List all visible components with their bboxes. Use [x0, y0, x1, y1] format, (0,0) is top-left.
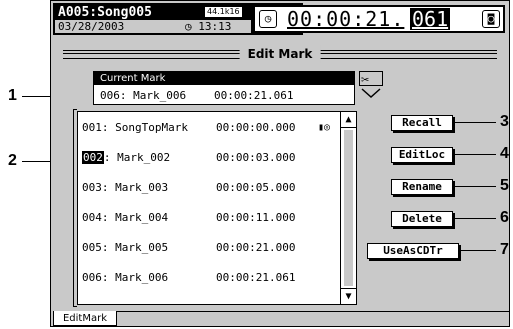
mark-name: : Mark_004: [101, 211, 169, 224]
date-strip: 03/28/2003 ◷ 13:13: [55, 20, 251, 33]
recall-button[interactable]: Recall: [391, 115, 453, 131]
callout-6-line: [452, 218, 496, 219]
rename-button[interactable]: Rename: [391, 179, 453, 195]
lock-icon[interactable]: ◙: [482, 10, 500, 28]
mark-time: 00:00:21.061: [216, 271, 296, 284]
mark-name: : Mark_005: [101, 241, 169, 254]
status-header: A005:Song005 44.1k16 03/28/2003 ◷ 13:13 …: [51, 1, 509, 37]
sample-rate-badge: 44.1k16: [205, 7, 242, 17]
callout-6: 6: [500, 209, 509, 226]
callout-5: 5: [500, 177, 509, 194]
tab-bar: EditMark: [51, 311, 509, 327]
use-as-cd-track-button[interactable]: UseAsCDTr: [367, 243, 459, 259]
scissors-icon: ✂: [359, 71, 383, 99]
callout-5-line: [452, 186, 496, 187]
callout-7: 7: [500, 241, 509, 258]
list-scrollbar[interactable]: ▲ ▼: [340, 112, 356, 304]
song-top-icon: ▮◎: [318, 122, 331, 133]
scroll-track[interactable]: [344, 130, 353, 286]
list-item[interactable]: 002: Mark_002 00:00:03.000: [78, 150, 340, 166]
mark-index: 006: [82, 271, 102, 284]
mark-time: 00:00:21.000: [216, 241, 296, 254]
clock-text: ◷ 13:13: [185, 20, 232, 33]
mark-name: : Mark_003: [101, 181, 169, 194]
current-mark-name: 006: Mark_006: [100, 89, 187, 102]
callout-7-line: [458, 250, 496, 251]
mark-name: : SongTopMark: [101, 121, 188, 134]
mark-name: : Mark_006: [101, 271, 169, 284]
callout-3: 3: [500, 113, 509, 130]
time-frame: 061: [410, 7, 451, 31]
list-item[interactable]: 003: Mark_003 00:00:05.000: [78, 180, 340, 196]
mark-index: 001: [82, 121, 102, 134]
callout-4: 4: [500, 145, 509, 162]
current-mark-label: Current Mark: [94, 72, 354, 85]
mark-time: 00:00:00.000: [216, 121, 296, 134]
song-name: A005:Song005: [58, 5, 152, 20]
current-mark-box: Current Mark 006: Mark_006 00:00:21.061: [93, 71, 355, 105]
callout-4-line: [452, 154, 496, 155]
callout-3-line: [452, 122, 496, 123]
date-text: 03/28/2003: [58, 20, 125, 33]
list-item[interactable]: 001: SongTopMark 00:00:00.000 ▮◎: [78, 120, 340, 136]
tab-editmark[interactable]: EditMark: [53, 311, 117, 326]
svg-text:✂: ✂: [361, 75, 369, 86]
mark-index: 004: [82, 211, 102, 224]
mark-time: 00:00:05.000: [216, 181, 296, 194]
clock-icon: ◷: [259, 10, 277, 28]
list-item[interactable]: 004: Mark_004 00:00:11.000: [78, 210, 340, 226]
editloc-button[interactable]: EditLoc: [391, 147, 453, 163]
callout-1: 1: [8, 87, 17, 104]
current-mark-time: 00:00:21.061: [214, 89, 294, 102]
list-item[interactable]: 005: Mark_005 00:00:21.000: [78, 240, 340, 256]
time-value: 00:00:21.: [287, 7, 405, 31]
time-counter[interactable]: ◷ 00:00:21. 061 ◙: [253, 5, 505, 33]
lcd-screen: A005:Song005 44.1k16 03/28/2003 ◷ 13:13 …: [50, 0, 510, 327]
delete-button[interactable]: Delete: [391, 211, 453, 227]
callout-2: 2: [8, 152, 17, 169]
mark-time: 00:00:11.000: [216, 211, 296, 224]
tab-divider: [117, 311, 509, 312]
mark-index: 003: [82, 181, 102, 194]
scroll-down-icon[interactable]: ▼: [341, 288, 356, 304]
list-item[interactable]: 006: Mark_006 00:00:21.061: [78, 270, 340, 286]
mark-time: 00:00:03.000: [216, 151, 296, 164]
mark-list[interactable]: 001: SongTopMark 00:00:00.000 ▮◎ 002: Ma…: [77, 111, 357, 305]
mark-index-selected: 002: [82, 151, 104, 164]
page-title: Edit Mark: [239, 45, 321, 63]
mark-name: : Mark_002: [103, 151, 171, 164]
mark-index: 005: [82, 241, 102, 254]
scroll-up-icon[interactable]: ▲: [341, 112, 356, 128]
title-bar: Edit Mark: [51, 45, 509, 63]
